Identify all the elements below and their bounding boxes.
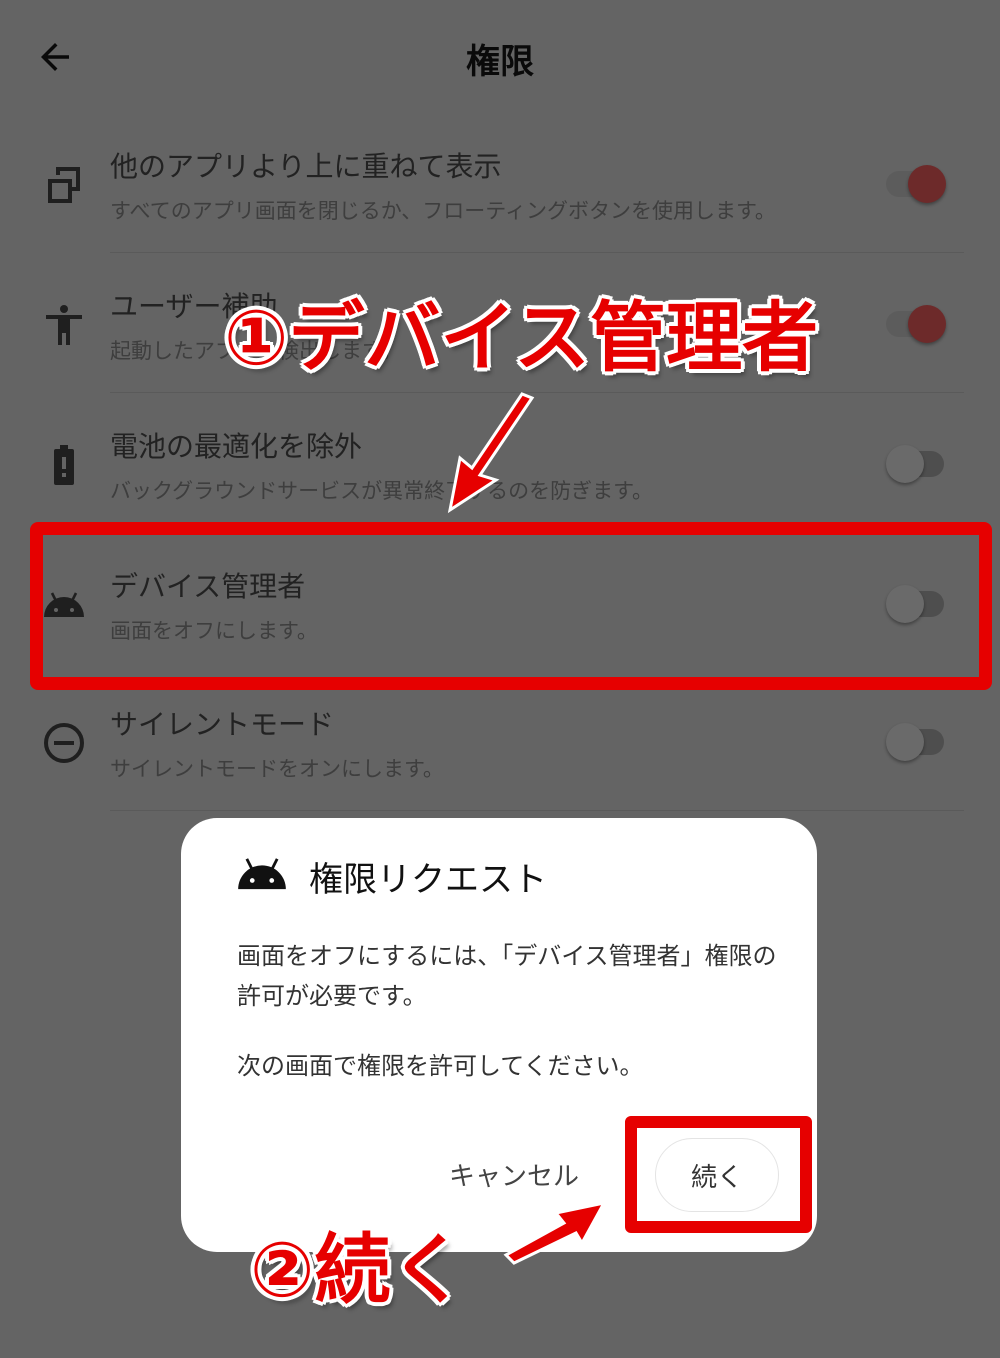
divider bbox=[110, 252, 964, 253]
permission-title: 電池の最適化を除外 bbox=[110, 430, 363, 463]
dialog-message: 画面をオフにするには、「デバイス管理者」権限の許可が必要です。 bbox=[237, 942, 777, 1010]
dialog-instruction: 次の画面で権限を許可してください。 bbox=[237, 1052, 644, 1080]
toggle-thumb bbox=[908, 165, 946, 203]
permission-request-dialog: 権限リクエスト 画面をオフにするには、「デバイス管理者」権限の許可が必要です。 … bbox=[181, 818, 817, 1252]
page-title: 権限 bbox=[466, 42, 534, 82]
permission-title: 他のアプリより上に重ねて表示 bbox=[110, 150, 502, 183]
cancel-button[interactable]: キャンセル bbox=[449, 1156, 579, 1193]
permission-row-device-admin[interactable]: デバイス管理者 画面をオフにします。 bbox=[0, 535, 1000, 673]
divider bbox=[110, 810, 964, 811]
battery-alert-icon bbox=[54, 445, 74, 485]
permission-subtitle: すべてのアプリ画面を閉じるか、フローティングボタンを使用します。 bbox=[110, 199, 776, 223]
permission-title: サイレントモード bbox=[110, 708, 335, 741]
permission-row-overlay[interactable]: 他のアプリより上に重ねて表示 すべてのアプリ画面を閉じるか、フローティングボタン… bbox=[0, 115, 1000, 253]
dialog-body: 画面をオフにするには、「デバイス管理者」権限の許可が必要です。 次の画面で権限を… bbox=[237, 936, 797, 1116]
do-not-disturb-icon bbox=[44, 723, 84, 763]
android-icon bbox=[44, 592, 84, 617]
permission-subtitle: バックグラウンドサービスが異常終了するのを防ぎます。 bbox=[110, 479, 654, 503]
annotation-step2: ②続く bbox=[250, 1225, 467, 1314]
toggle-thumb bbox=[908, 305, 946, 343]
top-app-bar: 権限 bbox=[0, 0, 1000, 115]
annotation-step1: ①デバイス管理者 bbox=[224, 293, 819, 382]
permission-title: デバイス管理者 bbox=[110, 570, 306, 603]
overlay-toggle[interactable] bbox=[886, 165, 946, 203]
permission-subtitle: 画面をオフにします。 bbox=[110, 619, 318, 643]
permission-subtitle: サイレントモードをオンにします。 bbox=[110, 757, 444, 781]
toggle-thumb bbox=[886, 585, 924, 623]
silent-mode-toggle[interactable] bbox=[886, 723, 944, 761]
accessibility-toggle[interactable] bbox=[886, 305, 946, 343]
dialog-title: 権限リクエスト bbox=[309, 860, 547, 900]
toggle-thumb bbox=[886, 445, 924, 483]
battery-toggle[interactable] bbox=[886, 445, 944, 483]
toggle-thumb bbox=[886, 723, 924, 761]
continue-button[interactable]: 続く bbox=[655, 1138, 779, 1212]
device-admin-toggle[interactable] bbox=[886, 585, 944, 623]
accessibility-icon bbox=[46, 305, 82, 345]
permission-row-silent-mode[interactable]: サイレントモード サイレントモードをオンにします。 bbox=[0, 673, 1000, 811]
android-icon bbox=[238, 858, 286, 890]
overlay-windows-icon bbox=[48, 167, 80, 203]
permission-row-battery[interactable]: 電池の最適化を除外 バックグラウンドサービスが異常終了するのを防ぎます。 bbox=[0, 395, 1000, 533]
divider bbox=[110, 392, 964, 393]
